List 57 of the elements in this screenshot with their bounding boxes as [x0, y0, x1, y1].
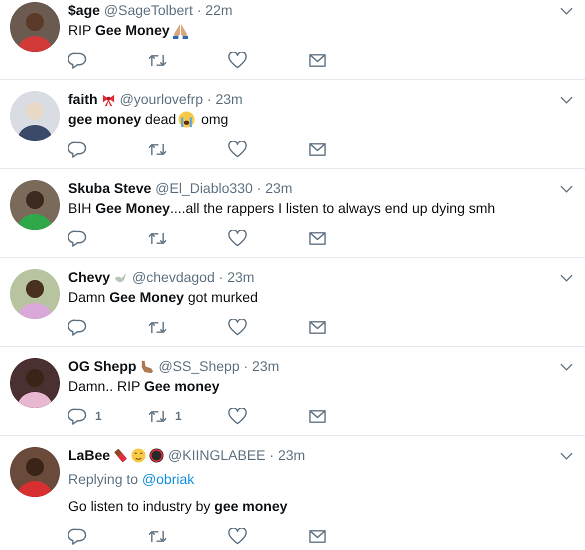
- user-name[interactable]: OG Shepp: [68, 358, 136, 374]
- tweet-text: BIH Gee Money....all the rappers I listen to always end up dying smh: [68, 199, 496, 218]
- replying-to-text: Replying to @obriak: [68, 470, 196, 489]
- handle-and-time[interactable]: @SageTolbert · 22m: [104, 2, 233, 18]
- reply-icon[interactable]: [68, 408, 87, 424]
- caret-icon[interactable]: [560, 185, 573, 193]
- heart-icon[interactable]: [228, 318, 247, 336]
- reply-icon[interactable]: [68, 318, 87, 336]
- caret-icon[interactable]: [560, 274, 573, 282]
- tweet-card[interactable]: $age @SageTolbert · 22m RIP Gee Money: [0, 0, 585, 80]
- tweet-card[interactable]: Skuba Steve @El_Diablo330 · 23m BIH Gee Money....all the rappers I listen to always end up dying smh: [0, 169, 585, 258]
- heart-icon[interactable]: [228, 140, 247, 158]
- caret-icon[interactable]: [560, 7, 573, 15]
- tweet-text: RIP Gee Money: [68, 21, 170, 40]
- caret-icon[interactable]: [560, 96, 573, 104]
- reply-icon[interactable]: [68, 528, 87, 544]
- hand-emoji-icon: [139, 358, 154, 374]
- handle-and-time[interactable]: @SS_Shepp · 23m: [158, 358, 280, 374]
- face-emoji-icon: [131, 448, 146, 462]
- tweet-card[interactable]: LaBee @KIINGLABEE · 23m Replying to @obriak Go listen to industry by gee money: [0, 436, 585, 550]
- tweet-card[interactable]: Chevy @chevdagod · 23m Damn Gee Money got murked: [0, 258, 585, 347]
- tweet-text: Go listen to industry by gee money: [68, 497, 288, 516]
- praying-hands-emoji-icon: [172, 22, 189, 38]
- handle-and-time[interactable]: @El_Diablo330 · 23m: [155, 180, 292, 196]
- heart-icon[interactable]: [228, 52, 247, 68]
- crying-face-emoji-icon: [178, 110, 196, 128]
- reply-icon[interactable]: [68, 140, 87, 158]
- mail-icon[interactable]: [308, 528, 327, 544]
- handle-and-time[interactable]: @yourlovefrp · 23m: [120, 91, 243, 107]
- mail-icon[interactable]: [308, 408, 327, 424]
- tweet-text: omg: [200, 110, 228, 129]
- heart-icon[interactable]: [228, 528, 247, 544]
- reply-icon[interactable]: [68, 230, 87, 246]
- user-name[interactable]: faith: [68, 91, 98, 107]
- tweet-text: gee money dead: [68, 110, 176, 129]
- no-under-18-icon: [149, 448, 164, 462]
- tweet-card[interactable]: OG Shepp @SS_Shepp · 23m Damn.. RIP Gee money 1 1: [0, 347, 585, 436]
- user-name[interactable]: LaBee: [68, 447, 110, 463]
- tweet-text: Damn.. RIP Gee money: [68, 377, 220, 396]
- reply-icon[interactable]: [68, 52, 87, 68]
- handle-and-time[interactable]: @chevdagod · 23m: [132, 269, 254, 285]
- user-name[interactable]: Skuba Steve: [68, 180, 152, 196]
- mail-icon[interactable]: [308, 52, 327, 68]
- mail-icon[interactable]: [308, 230, 327, 246]
- user-name[interactable]: Chevy: [68, 269, 110, 285]
- mail-icon[interactable]: [308, 318, 327, 336]
- tweet-card[interactable]: faith @yourlovefrp · 23m gee money dead omg: [0, 80, 585, 169]
- heart-icon[interactable]: [228, 408, 247, 424]
- heart-icon[interactable]: [228, 230, 247, 246]
- user-name[interactable]: $age: [68, 2, 100, 18]
- caret-icon[interactable]: [560, 363, 573, 371]
- handle-and-time[interactable]: @KIINGLABEE · 23m: [168, 447, 306, 463]
- retweet-count: 1: [175, 409, 182, 423]
- reply-count: 1: [95, 409, 102, 423]
- tweet-text: Damn Gee Money got murked: [68, 288, 258, 307]
- caret-icon[interactable]: [560, 452, 573, 460]
- mail-icon[interactable]: [308, 140, 327, 158]
